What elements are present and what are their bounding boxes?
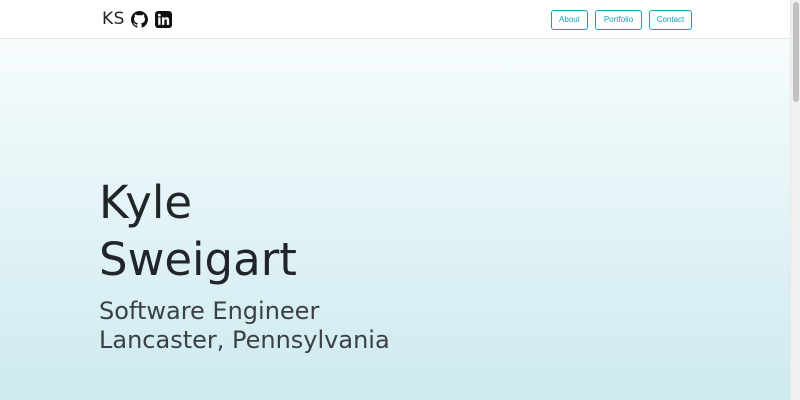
hero-subtitle: Software Engineer Lancaster, Pennsylvani… <box>99 297 390 355</box>
nav-links: About Portfolio Contact <box>551 10 692 30</box>
hero-location: Lancaster, Pennsylvania <box>99 326 390 354</box>
nav-about-button[interactable]: About <box>551 10 588 30</box>
nav-portfolio-button[interactable]: Portfolio <box>595 10 642 30</box>
page-scrollbar[interactable] <box>790 0 800 400</box>
linkedin-icon[interactable] <box>155 10 173 28</box>
nav-contact-button[interactable]: Contact <box>649 10 692 30</box>
brand: KS <box>102 9 173 29</box>
github-icon[interactable] <box>131 10 149 28</box>
hero-first-name: Kyle <box>99 176 193 229</box>
scrollbar-thumb[interactable] <box>793 2 799 102</box>
hero-section: Kyle Sweigart Software Engineer Lancaste… <box>0 39 790 400</box>
brand-initials-logo[interactable]: KS <box>102 9 125 29</box>
hero-name: Kyle Sweigart <box>99 174 297 288</box>
hero-last-name: Sweigart <box>99 233 297 286</box>
navbar: KS About Portfolio Contact <box>0 0 790 39</box>
hero-job-title: Software Engineer <box>99 297 320 325</box>
